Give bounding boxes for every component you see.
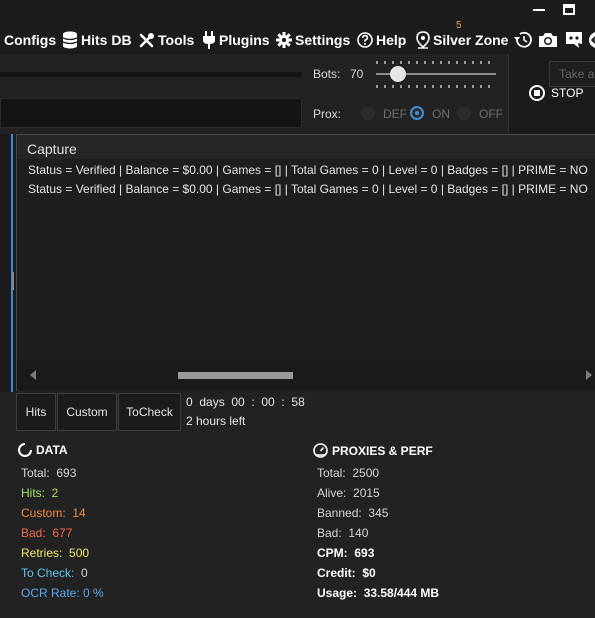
camera-icon [539, 33, 557, 47]
plug-icon [203, 31, 215, 49]
help-icon [357, 32, 373, 48]
data-row: Total: 693 [21, 466, 77, 480]
proxy-row: Bad: 140 [317, 526, 369, 540]
slider-ticks-bottom [376, 85, 496, 88]
screenshot-button[interactable] [538, 30, 558, 50]
loading-icon [18, 443, 32, 457]
data-row: Retries: 500 [21, 546, 90, 560]
gear-icon [276, 32, 292, 48]
bots-slider-thumb[interactable] [390, 66, 406, 82]
proxy-row: Banned: 345 [317, 506, 389, 520]
menu-plugins[interactable]: Plugins [202, 30, 270, 50]
proxy-row: Alive: 2015 [317, 486, 380, 500]
progress-bar [0, 72, 302, 77]
time-remaining: 2 hours left [186, 414, 246, 428]
notification-badge: 5 [456, 20, 462, 31]
data-section-title: DATA [18, 443, 68, 457]
proxy-row: Usage: 33.58/444 MB [317, 586, 440, 600]
proxy-row: Total: 2500 [317, 466, 380, 480]
tab-custom[interactable]: Custom [57, 393, 117, 431]
menu-settings[interactable]: Settings [276, 30, 350, 50]
database-icon [62, 31, 78, 49]
history-icon [514, 31, 532, 48]
menu-silver-zone[interactable]: Silver Zone [416, 30, 508, 50]
horizontal-scrollbar[interactable] [17, 360, 595, 390]
stop-button[interactable]: STOP [529, 85, 583, 101]
tools-icon [139, 32, 154, 47]
speedometer-icon [313, 443, 328, 458]
bots-value: 70 [350, 67, 364, 81]
prox-off-radio[interactable] [457, 106, 471, 120]
data-row: To Check: 0 [21, 566, 88, 580]
bots-label: Bots: [313, 67, 341, 81]
stop-icon [529, 85, 545, 101]
back-arrow-icon [589, 32, 595, 48]
title-bar [0, 0, 595, 24]
tab-tocheck[interactable]: ToCheck [118, 393, 181, 431]
capture-line: Status = Verified | Balance = $0.00 | Ga… [28, 163, 588, 177]
splitter-accent-line [11, 134, 13, 392]
scrollbar-thumb[interactable] [178, 372, 293, 379]
prox-on-radio[interactable] [410, 106, 424, 120]
menu-help[interactable]: Help [357, 30, 406, 50]
wordlist-field[interactable] [0, 98, 302, 128]
minimize-icon[interactable] [533, 9, 545, 11]
data-row: Bad: 677 [21, 526, 73, 540]
proxies-section-title: PROXIES & PERF [313, 443, 433, 458]
menu-tools[interactable]: Tools [138, 30, 194, 50]
elapsed-timer: 0 days 00 : 00 : 58 [186, 395, 305, 409]
data-row: OCR Rate: 0 % [21, 586, 104, 600]
discord-button[interactable] [564, 30, 584, 50]
discord-icon [566, 32, 582, 48]
proxy-row: CPM: 693 [317, 546, 375, 560]
menu-configs[interactable]: Configs [4, 30, 56, 50]
prox-def-radio[interactable] [361, 106, 375, 120]
scroll-left-icon[interactable] [30, 370, 36, 380]
menu-hits-db[interactable]: Hits DB [62, 30, 132, 50]
take-input[interactable]: Take a [549, 61, 595, 87]
tab-hits[interactable]: Hits [16, 393, 56, 431]
left-splitter [0, 134, 16, 392]
capture-title: Capture [27, 141, 77, 157]
data-row: Custom: 14 [21, 506, 86, 520]
capture-line: Status = Verified | Balance = $0.00 | Ga… [28, 182, 588, 196]
data-row: Hits: 2 [21, 486, 59, 500]
maximize-icon[interactable] [563, 4, 575, 15]
capture-header [17, 135, 595, 159]
location-pin-icon [416, 31, 430, 49]
prox-def-label: DEF [383, 107, 407, 121]
history-button[interactable] [512, 30, 534, 50]
splitter-handle[interactable] [12, 272, 14, 290]
scroll-right-icon[interactable] [586, 370, 592, 380]
back-button[interactable] [588, 30, 595, 50]
slider-ticks-top [376, 61, 496, 64]
prox-label: Prox: [313, 107, 342, 121]
prox-on-label: ON [432, 107, 450, 121]
proxy-row: Credit: $0 [317, 566, 376, 580]
prox-off-label: OFF [479, 107, 503, 121]
